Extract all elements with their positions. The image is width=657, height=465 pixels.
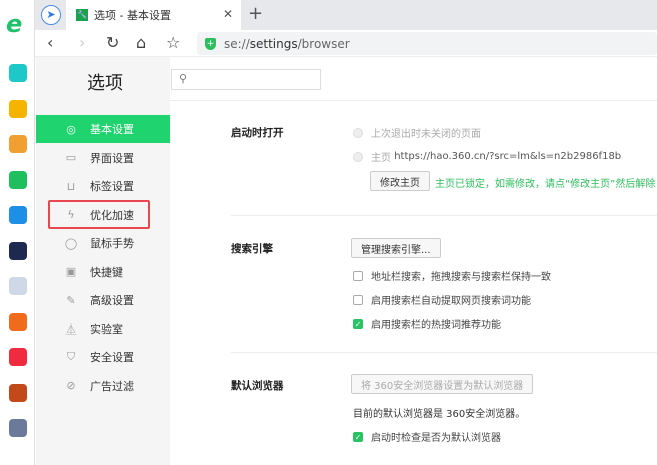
tab-strip: ➤ 🔧 选项 - 基本设置 ✕ + xyxy=(35,0,657,30)
default-browser-title: 默认浏览器 xyxy=(231,380,284,392)
new-tab-button[interactable]: + xyxy=(248,3,263,24)
sidebar-item-8[interactable]: ⛉ 安全设置 xyxy=(36,343,170,371)
favorites-app-icon[interactable] xyxy=(9,99,27,118)
window-icon: ▭ xyxy=(65,151,77,164)
sidebar-item-label: 安全设置 xyxy=(90,351,134,364)
gear-icon: ◎ xyxy=(66,122,76,136)
checkbox-label: 启用搜索栏的热搜词推荐功能 xyxy=(371,320,501,331)
weibo-app-icon[interactable] xyxy=(9,135,27,153)
search-engine-title: 搜索引擎 xyxy=(231,243,273,255)
highlight-box xyxy=(48,200,150,229)
address-bar[interactable]: + se://settings/browser xyxy=(197,32,657,55)
wrench-icon: 🔧 xyxy=(76,9,88,21)
tab-icon: ⊔ xyxy=(66,179,76,193)
settings-sidebar: 选项 ◎ 基本设置 ▭ 界面设置 ⊔ 标签设置 ϟ 优化加速 ◯ 鼠标手势 ▣ 快捷键 ✎ 高级设置 ⏅ 实验… xyxy=(36,57,170,465)
url-host: settings xyxy=(249,36,298,51)
app-sidebar: e xyxy=(0,0,35,465)
page-title: 选项 xyxy=(87,73,123,94)
divider xyxy=(231,352,657,353)
divider xyxy=(231,215,657,216)
edit-homepage-button[interactable]: 修改主页 xyxy=(370,171,430,191)
reload-button[interactable]: ↻ xyxy=(106,33,119,52)
mouse-icon: ◯ xyxy=(64,236,78,250)
radio-last-session[interactable]: 上次退出时未关闭的页面 xyxy=(353,125,481,140)
sidebar-item-5[interactable]: ▣ 快捷键 xyxy=(36,258,170,286)
sidebar-item-9[interactable]: ⊘ 广告过滤 xyxy=(36,372,170,400)
sidebar-item-label: 标签设置 xyxy=(90,180,134,193)
search-input[interactable]: ⚲ xyxy=(171,69,321,90)
block-icon: ⊘ xyxy=(66,379,76,392)
forward-button[interactable]: › xyxy=(79,33,85,52)
radio-homepage[interactable]: 主页 https://hao.360.cn/?src=lm&ls=n2b2986… xyxy=(353,149,621,164)
sidebar-item-label: 鼠标手势 xyxy=(90,237,134,250)
docs-app-icon[interactable] xyxy=(9,277,27,295)
checkbox-label: 地址栏搜索，拖拽搜索与搜索栏保持一致 xyxy=(371,272,551,283)
flask-icon: ⏅ xyxy=(65,322,77,336)
game-2-app-icon[interactable] xyxy=(9,419,27,437)
sidebar-item-label: 基本设置 xyxy=(90,123,134,136)
checkbox-hot-search[interactable]: ✓ 启用搜索栏的热搜词推荐功能 xyxy=(353,316,501,331)
navigation-icon[interactable]: ➤ xyxy=(41,5,61,25)
mail-app-icon[interactable] xyxy=(9,170,27,189)
keyboard-icon: ▣ xyxy=(65,265,77,278)
divider xyxy=(170,100,657,101)
search-icon: ⚲ xyxy=(179,72,188,85)
tab-title: 选项 - 基本设置 xyxy=(94,9,171,22)
wrench-icon: ✎ xyxy=(66,293,76,307)
360-health-app-icon[interactable] xyxy=(9,64,27,82)
app-dark-app-icon[interactable] xyxy=(9,241,27,260)
xiaohongshu-app-icon[interactable] xyxy=(9,348,27,366)
sidebar-item-1[interactable]: ▭ 界面设置 xyxy=(36,144,170,172)
shield-icon: ⛉ xyxy=(66,350,76,363)
checkbox-label: 启动时检查是否为默认浏览器 xyxy=(371,433,501,444)
tab-settings[interactable]: 🔧 选项 - 基本设置 ✕ xyxy=(66,0,241,30)
novel-app-icon[interactable] xyxy=(9,312,27,331)
browser-logo: e xyxy=(6,10,23,38)
lock-note: 主页已锁定，如需修改，请点“修改主页”然后解除 xyxy=(435,179,656,190)
close-tab-icon[interactable]: ✕ xyxy=(223,7,233,21)
game-1-app-icon[interactable] xyxy=(9,383,27,402)
checkbox-auto-extract[interactable]: 启用搜索栏自动提取网页搜索词功能 xyxy=(353,292,531,307)
manage-search-engines-button[interactable]: 管理搜索引擎... xyxy=(351,238,441,258)
default-browser-status: 目前的默认浏览器是 360安全浏览器。 xyxy=(353,409,526,420)
back-button[interactable]: ‹ xyxy=(47,33,53,52)
checkbox-check-default[interactable]: ✓ 启动时检查是否为默认浏览器 xyxy=(353,429,501,444)
url-path: /browser xyxy=(297,36,350,51)
sidebar-item-label: 高级设置 xyxy=(90,294,134,307)
sidebar-item-7[interactable]: ⏅ 实验室 xyxy=(36,315,170,343)
toolbar: ‹ › ↻ ⌂ ☆ + se://settings/browser xyxy=(35,30,657,57)
sidebar-item-2[interactable]: ⊔ 标签设置 xyxy=(36,172,170,200)
sidebar-item-label: 界面设置 xyxy=(90,151,134,165)
radio-label: 上次退出时未关闭的页面 xyxy=(371,129,481,140)
ip-app-icon[interactable] xyxy=(9,206,27,224)
sidebar-item-label: 实验室 xyxy=(90,322,123,336)
security-shield-icon: + xyxy=(205,37,216,50)
set-default-browser-button[interactable]: 将 360安全浏览器设置为默认浏览器 xyxy=(351,374,534,394)
homepage-url: https://hao.360.cn/?src=lm&ls=n2b2986f18… xyxy=(394,151,622,162)
url-prefix: se:// xyxy=(224,36,250,51)
startup-title: 启动时打开 xyxy=(231,127,284,139)
sidebar-item-label: 快捷键 xyxy=(90,265,123,279)
checkbox-addressbar-search[interactable]: 地址栏搜索，拖拽搜索与搜索栏保持一致 xyxy=(353,268,551,283)
sidebar-item-6[interactable]: ✎ 高级设置 xyxy=(36,286,170,314)
bookmark-star-button[interactable]: ☆ xyxy=(166,33,180,52)
sidebar-item-0[interactable]: ◎ 基本设置 xyxy=(36,115,170,143)
sidebar-item-4[interactable]: ◯ 鼠标手势 xyxy=(36,229,170,257)
checkbox-label: 启用搜索栏自动提取网页搜索词功能 xyxy=(371,296,531,307)
sidebar-item-label: 广告过滤 xyxy=(90,379,134,393)
radio-label: 主页 xyxy=(371,153,391,164)
home-button[interactable]: ⌂ xyxy=(136,33,146,52)
